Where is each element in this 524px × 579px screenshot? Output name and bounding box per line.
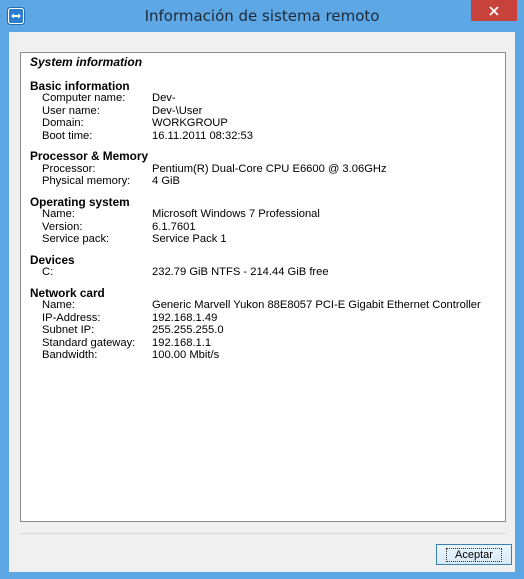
dialog-window: Información de sistema remoto System inf… [0,0,524,579]
section-title: Basic information [30,78,130,93]
section-title: Network card [30,285,105,300]
accept-button[interactable]: Aceptar [436,544,512,565]
info-value: 192.168.1.49 [152,311,218,324]
info-value: 4 GiB [152,175,180,187]
close-button[interactable] [471,0,517,21]
close-icon [489,5,499,16]
info-label: Service pack: [42,233,110,245]
info-label: Computer name: [42,92,126,104]
info-value: Microsoft Windows 7 Professional [152,208,320,220]
info-value: 16.11.2011 08:32:53 [152,129,253,142]
info-row: Name: Microsoft Windows 7 Professional [30,208,505,221]
info-section: Operating system Name: Microsoft Windows 7… [30,194,505,246]
system-info-heading: System information [30,55,143,69]
info-row: Bandwidth: 100.00 Mbit/s [30,349,505,362]
section-title: Devices [30,252,75,267]
info-label: Bandwidth: [42,349,98,361]
info-row: Domain: WORKGROUP [30,117,505,130]
dialog-client-area: System information Basic information Comp… [9,32,515,572]
section-title: Processor & Memory [30,149,149,163]
info-label: Domain: [42,117,84,129]
info-label: Name: [42,208,75,220]
info-section: Network card Name: Generic Marvell Yukon 8… [30,285,505,362]
info-section: Processor & Memory Processor: Pentium(R) D… [30,150,505,188]
info-row: C: 232.79 GiB NTFS - 214.44 GiB free [30,266,505,279]
info-row: User name: Dev-\User [30,105,505,118]
info-value: Generic Marvell Yukon 88E8057 PCI-E Giga… [152,299,481,311]
system-info-content: System information Basic information Comp… [30,56,505,370]
info-value: Dev-\User [152,104,203,117]
info-value: Pentium(R) Dual-Core CPU E6600 @ 3.06GHz [152,162,387,175]
info-label: Version: [42,220,83,233]
info-label: User name: [42,104,100,117]
title-bar[interactable]: Información de sistema remoto [0,0,524,32]
info-value: 100.00 Mbit/s [152,349,220,361]
info-value: 232.79 GiB NTFS - 214.44 GiB free [152,266,329,278]
info-value: 255.255.255.0 [152,324,224,336]
info-row: Physical memory: 4 GiB [30,175,505,188]
info-label: Name: [42,299,75,311]
info-value: 6.1.7601 [152,220,196,233]
info-row: Standard gateway: 192.168.1.1 [30,337,505,350]
footer-divider [20,533,506,534]
info-row: Service pack: Service Pack 1 [30,233,505,246]
info-label: Boot time: [42,129,93,142]
info-label: Physical memory: [42,175,131,187]
info-row: Name: Generic Marvell Yukon 88E8057 PCI-E… [30,299,505,312]
window-title: Información de sistema remoto [144,7,380,25]
info-label: IP-Address: [42,311,101,324]
info-row: Processor: Pentium(R) Dual-Core CPU E6600… [30,163,505,176]
system-info-panel[interactable]: System information Basic information Comp… [20,52,506,522]
info-label: C: [42,266,54,278]
info-label: Subnet IP: [42,324,95,336]
info-row: Subnet IP: 255.255.255.0 [30,324,505,337]
section-title: Operating system [30,194,130,209]
info-label: Processor: [42,162,96,175]
info-value: Service Pack 1 [152,233,227,245]
info-section: Basic information Computer name: Dev- User … [30,78,505,143]
info-value: WORKGROUP [152,117,228,129]
info-row: Boot time: 16.11.2011 08:32:53 [30,130,505,143]
info-row: IP-Address: 192.168.1.49 [30,312,505,325]
info-label: Standard gateway: [42,336,136,349]
info-value: 192.168.1.1 [152,336,212,349]
info-section: Devices C: 232.79 GiB NTFS - 214.44 GiB fr… [30,252,505,279]
accept-button-label: Aceptar [446,547,502,562]
info-value: Dev- [152,92,176,104]
info-row: Version: 6.1.7601 [30,221,505,234]
info-row: Computer name: Dev- [30,92,505,105]
